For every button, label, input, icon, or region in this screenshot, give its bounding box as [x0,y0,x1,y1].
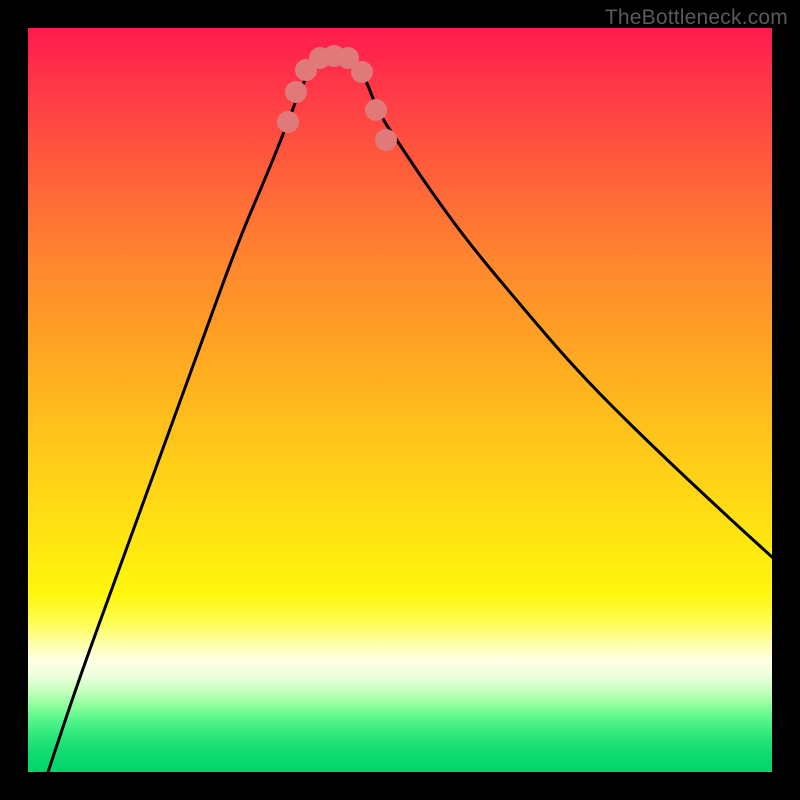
valley-marker [375,129,397,151]
chart-svg [28,28,772,772]
bottleneck-curve [48,57,772,772]
valley-markers-group [277,45,397,151]
valley-marker [277,111,299,133]
valley-marker [351,61,373,83]
plot-area [28,28,772,772]
valley-marker [365,99,387,121]
watermark-text: TheBottleneck.com [605,6,788,30]
chart-frame: TheBottleneck.com [0,0,800,800]
valley-marker [285,81,307,103]
